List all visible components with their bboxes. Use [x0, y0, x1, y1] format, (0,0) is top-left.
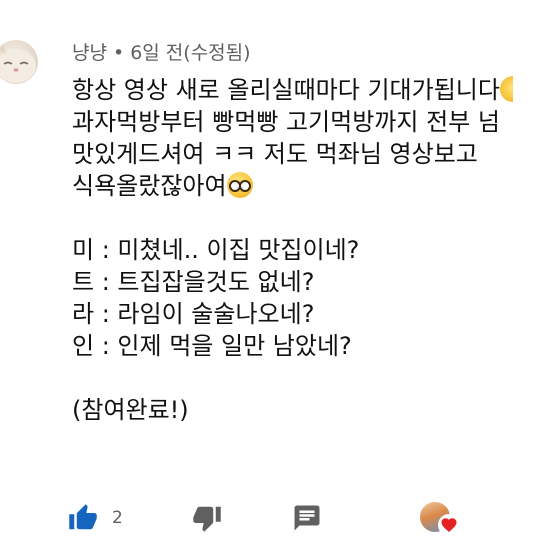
- comment-line-1: 항상 영상 새로 올리실때마다 기대가됩니다: [72, 76, 500, 104]
- comment-line-3: 맛있게드셔여 ㅋㅋ 저도 먹좌님 영상보고: [72, 140, 478, 168]
- comment-line-7: 트 : 트집잡을것도 없네?: [72, 268, 315, 296]
- heart-badge: [438, 514, 460, 536]
- like-button[interactable]: 2: [68, 500, 123, 536]
- author-name[interactable]: 냥냥: [72, 42, 107, 64]
- reply-button[interactable]: [292, 500, 322, 536]
- creator-heart-button[interactable]: [420, 502, 460, 536]
- comment-meta: 냥냥 • 6일 전(수정됨): [72, 38, 251, 65]
- thumbs-down-icon: [193, 506, 221, 532]
- comment-line-8: 라 : 라임이 술술나오네?: [72, 300, 315, 328]
- comment-actions: 2: [68, 500, 560, 536]
- creator-heart-icon: [441, 518, 457, 533]
- commenter-avatar[interactable]: [0, 40, 38, 84]
- cat-face-icon: [0, 40, 36, 83]
- meta-separator: •: [112, 42, 125, 64]
- comment-line-11: (참여완료!): [72, 396, 189, 424]
- reply-icon: [294, 505, 320, 531]
- nerd-face-emoji-icon: [226, 172, 253, 198]
- comment-timestamp[interactable]: 6일 전(수정됨): [130, 42, 250, 64]
- like-count: 2: [112, 508, 123, 528]
- comment-line-9: 인 : 인제 먹을 일만 남았네?: [72, 332, 352, 360]
- thumbs-up-icon: [69, 504, 97, 530]
- dislike-button[interactable]: [192, 500, 222, 536]
- comment-body: 항상 영상 새로 올리실때마다 기대가됩니다 과자먹방부터 빵먹빵 고기먹방까지…: [72, 74, 560, 426]
- smiling-face-emoji-icon: [499, 76, 513, 102]
- comment-line-2: 과자먹방부터 빵먹빵 고기먹방까지 전부 넘: [72, 108, 500, 136]
- comment-line-4: 식욕올랐잖아여: [72, 172, 227, 200]
- comment-line-6: 미 : 미쳤네.. 이집 맛집이네?: [72, 236, 360, 264]
